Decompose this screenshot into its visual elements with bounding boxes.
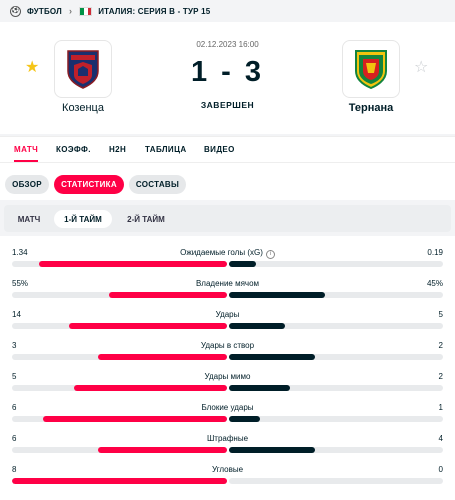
stat-label-wrap: Удары мимо (12, 372, 443, 381)
italy-flag-icon (79, 6, 93, 16)
stat-row: 5 Удары мимо 2 (0, 360, 455, 391)
main-tabs: МАТЧ КОЭФФ. H2H ТАБЛИЦА ВИДЕО (0, 136, 455, 162)
stat-row: 6 Штрафные 4 (0, 422, 455, 453)
period-second-half[interactable]: 2-Й ТАЙМ (116, 210, 176, 228)
stat-label-wrap: Штрафные (12, 434, 443, 443)
stat-away-value: 5 (438, 310, 443, 319)
stats-list: 1.34 Ожидаемые голы (xG) i 0.19 55% Владение … (0, 236, 455, 500)
stat-label-wrap: Удары в створ (12, 341, 443, 350)
stat-label: Удары мимо (204, 372, 251, 381)
away-team-name[interactable]: Тернана (311, 102, 431, 114)
tab-statistics[interactable]: СТАТИСТИКА (54, 175, 124, 194)
stat-label: Ожидаемые голы (xG) (180, 248, 263, 257)
stat-bar-home (12, 478, 227, 484)
breadcrumb-sport[interactable]: ФУТБОЛ (27, 7, 62, 16)
stat-away-value: 45% (426, 279, 443, 288)
stat-label: Штрафные (206, 434, 249, 443)
stat-row: 8 Угловые 0 (0, 453, 455, 484)
period-selector: МАТЧ 1-Й ТАЙМ 2-Й ТАЙМ (4, 205, 451, 232)
ternana-crest-icon (355, 50, 387, 89)
breadcrumb: ⚽ ФУТБОЛ › ИТАЛИЯ: СЕРИЯ B - ТУР 15 (0, 0, 455, 22)
stat-label: Блокие удары (201, 403, 254, 412)
away-team-logo[interactable] (342, 40, 400, 98)
stat-label-wrap: Удары (12, 310, 443, 319)
stat-away-value: 2 (438, 341, 443, 350)
stat-label-wrap: Ожидаемые голы (xG) i (12, 248, 443, 259)
stat-label: Владение мячом (195, 279, 260, 288)
stat-label: Удары в створ (200, 341, 255, 350)
tab-match[interactable]: МАТЧ (14, 145, 39, 162)
period-match[interactable]: МАТЧ (8, 210, 50, 228)
info-icon[interactable]: i (265, 250, 275, 259)
tab-lineups[interactable]: СОСТАВЫ (129, 175, 186, 194)
match-header: ★ Козенца 02.12.2023 16:00 1 - 3 ЗАВЕРШЕ… (0, 22, 455, 134)
stat-label-wrap: Блокие удары (12, 403, 443, 412)
breadcrumb-competition[interactable]: ИТАЛИЯ: СЕРИЯ B - ТУР 15 (98, 7, 210, 16)
tab-h2h[interactable]: H2H (109, 145, 126, 154)
stat-away-value: 0.19 (427, 248, 443, 257)
stat-label-wrap: Угловые (12, 465, 443, 474)
favorite-star-icon-away[interactable]: ☆ (414, 60, 428, 76)
stat-label: Угловые (211, 465, 244, 474)
football-icon: ⚽ (10, 5, 21, 17)
stat-away-value: 4 (438, 434, 443, 443)
stat-away-value: 1 (438, 403, 443, 412)
chevron-right-icon: › (68, 6, 73, 16)
stat-row: 55% Владение мячом 45% (0, 267, 455, 298)
stat-label-wrap: Владение мячом (12, 279, 443, 288)
tab-odds[interactable]: КОЭФФ. (56, 145, 91, 154)
stat-bar-away-track (229, 478, 443, 484)
tab-overview[interactable]: ОБЗОР (5, 175, 49, 194)
tab-table[interactable]: ТАБЛИЦА (145, 145, 187, 154)
stat-row: 3 Удары в створ 2 (0, 329, 455, 360)
stat-row: 14 Удары 5 (0, 298, 455, 329)
stat-bar-home-track (12, 478, 227, 484)
stat-away-value: 0 (438, 465, 443, 474)
stat-row: 6 Блокие удары 1 (0, 391, 455, 422)
tab-video[interactable]: ВИДЕО (204, 145, 235, 154)
stat-row: 1.34 Ожидаемые голы (xG) i 0.19 (0, 236, 455, 267)
period-first-half[interactable]: 1-Й ТАЙМ (54, 210, 112, 228)
stat-away-value: 2 (438, 372, 443, 381)
stat-label: Удары (215, 310, 240, 319)
